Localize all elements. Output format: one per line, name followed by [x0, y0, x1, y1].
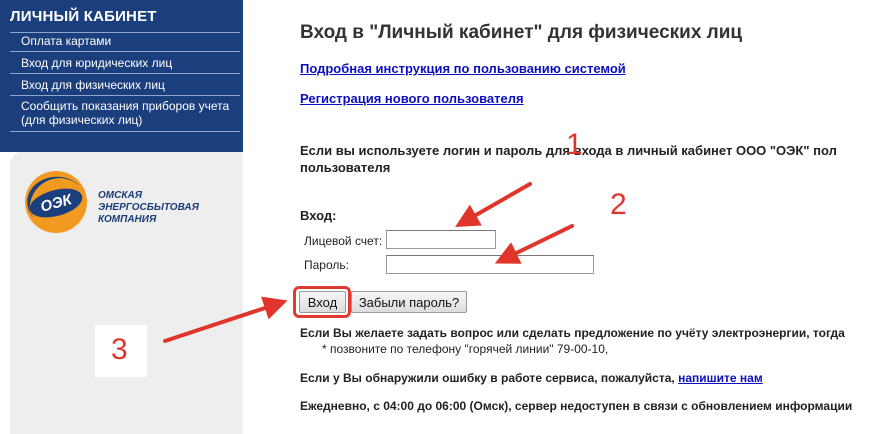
sidebar-title: ЛИЧНЫЙ КАБИНЕТ — [10, 8, 157, 25]
sidebar-item-individuals[interactable]: Вход для физических лиц — [21, 78, 165, 92]
sidebar-item-label: (для физических лиц) — [21, 113, 143, 127]
register-link[interactable]: Регистрация нового пользователя — [300, 91, 524, 106]
annotation-number-3: 3 — [111, 333, 128, 366]
annotation-highlight — [293, 286, 351, 318]
arrow-to-account — [455, 182, 532, 227]
divider — [10, 95, 240, 96]
divider — [10, 32, 240, 33]
sidebar-nav: ЛИЧНЫЙ КАБИНЕТ Оплата картами Вход для ю… — [0, 0, 243, 152]
account-input[interactable] — [386, 230, 496, 249]
password-input[interactable] — [386, 255, 594, 274]
maintenance-note: Ежедневно, с 04:00 до 06:00 (Омск), серв… — [300, 399, 853, 413]
write-us-link[interactable]: напишите нам — [678, 371, 763, 385]
sidebar-item-label: Сообщить показания приборов учета — [21, 99, 230, 113]
login-heading: Вход: — [300, 208, 337, 223]
password-label: Пароль: — [304, 258, 349, 272]
instructions-link[interactable]: Подробная инструкция по пользованию сист… — [300, 61, 626, 76]
logo-text: ОМСКАЯ ЭНЕРГОСБЫТОВАЯ КОМПАНИЯ — [98, 190, 199, 226]
intro-line: Если вы используете логин и пароль для в… — [300, 143, 837, 158]
intro-line: пользователя — [300, 160, 391, 175]
divider — [10, 51, 240, 52]
question-note: Если Вы желаете задать вопрос или сделат… — [300, 326, 845, 340]
divider — [10, 73, 240, 74]
error-note: Если у Вы обнаружили ошибку в работе сер… — [300, 371, 763, 385]
annotation-number-2: 2 — [610, 188, 627, 221]
page-title: Вход в "Личный кабинет" для физических л… — [300, 22, 743, 43]
divider — [10, 131, 240, 132]
sidebar-item-meter-readings[interactable]: Сообщить показания приборов учета (для ф… — [21, 99, 229, 127]
logo-line: ЭНЕРГОСБЫТОВАЯ — [98, 202, 199, 213]
account-label: Лицевой счет: — [304, 234, 383, 248]
error-note-text: Если у Вы обнаружили ошибку в работе сер… — [300, 371, 675, 385]
intro-text: Если вы используете логин и пароль для в… — [300, 142, 875, 176]
logo-line: ОМСКАЯ — [98, 190, 142, 201]
oek-logo-icon: ОЭК — [25, 171, 87, 233]
sidebar-item-card-payment[interactable]: Оплата картами — [21, 34, 111, 48]
forgot-password-button[interactable]: Забыли пароль? — [351, 291, 467, 313]
sidebar-item-legal-entities[interactable]: Вход для юридических лиц — [21, 56, 172, 70]
annotation-number-1: 1 — [566, 128, 583, 161]
hotline-note: * позвоните по телефону "горячей линии" … — [322, 342, 609, 356]
logo-line: КОМПАНИЯ — [98, 214, 157, 225]
